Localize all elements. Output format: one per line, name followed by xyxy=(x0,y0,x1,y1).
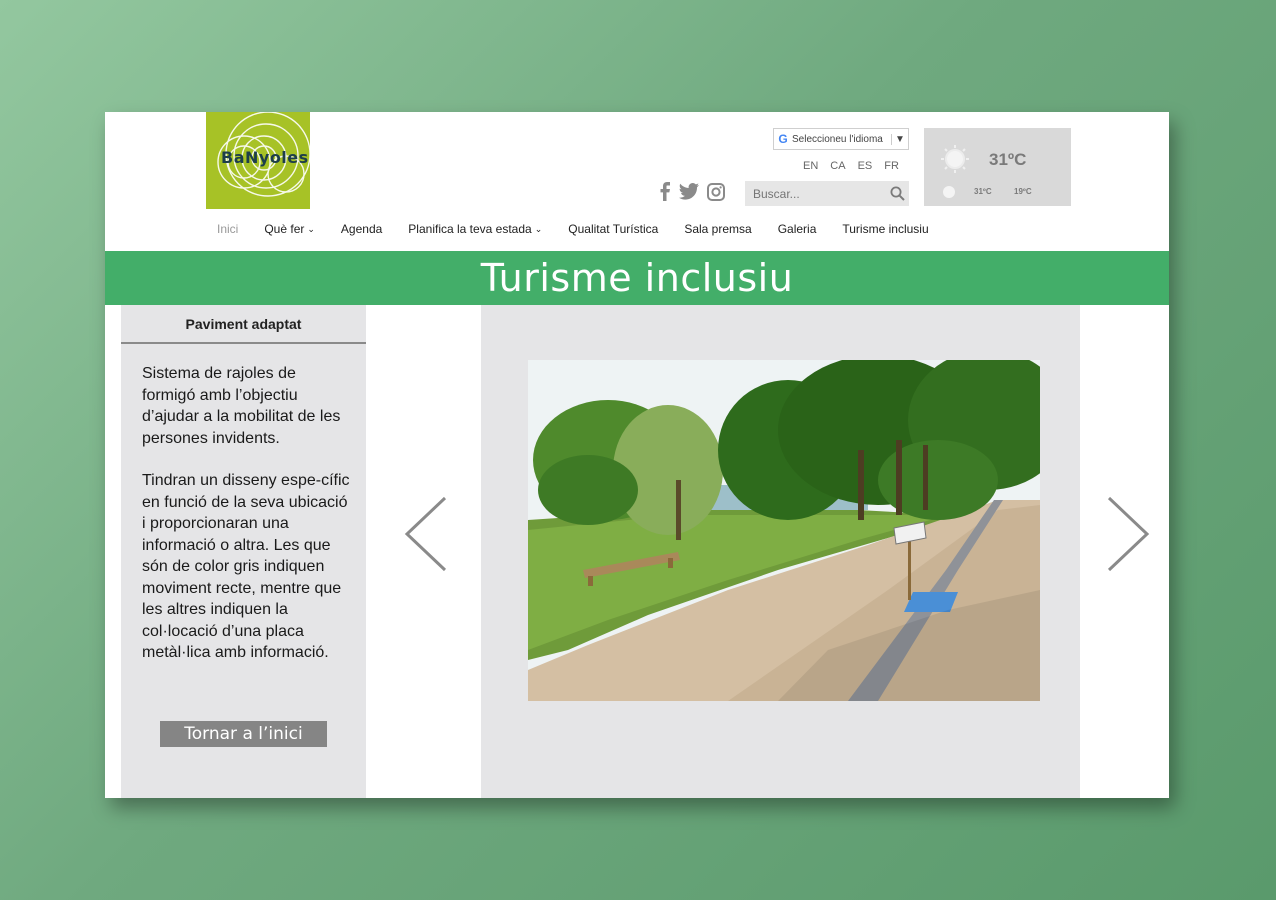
nav-item-label: Sala premsa xyxy=(684,222,752,236)
search-icon[interactable] xyxy=(885,186,909,201)
search-box xyxy=(745,181,909,206)
next-arrow-icon[interactable] xyxy=(1103,496,1151,572)
nav-item-sala-premsa[interactable]: Sala premsa xyxy=(684,222,751,236)
nav-item-planifica[interactable]: Planifica la teva estada ⌄ xyxy=(408,222,542,236)
chevron-down-icon: ⌄ xyxy=(534,223,543,234)
page-banner: Turisme inclusiu xyxy=(105,251,1169,305)
sidebar-paragraph-1: Sistema de rajoles de formigó amb l’obje… xyxy=(142,365,341,447)
nav-item-label: Planifica la teva estada xyxy=(408,222,532,236)
google-icon: G xyxy=(778,132,788,146)
nav-item-label: Turisme inclusiu xyxy=(842,222,929,236)
facebook-icon[interactable] xyxy=(659,182,671,201)
language-selector-label: Seleccioneu l'idioma xyxy=(792,133,883,145)
page-title: Turisme inclusiu xyxy=(480,256,794,300)
lang-en-link[interactable]: EN xyxy=(803,160,818,172)
previous-arrow-icon[interactable] xyxy=(403,496,451,572)
logo-text: BaNyoles xyxy=(221,148,309,167)
nav-item-qualitat[interactable]: Qualitat Turística xyxy=(568,222,658,236)
nav-item-label: Inici xyxy=(217,222,239,236)
language-links: EN CA ES FR xyxy=(803,160,899,172)
nav-item-label: Qualitat Turística xyxy=(568,222,659,236)
nav-item-galeria[interactable]: Galeria xyxy=(778,222,817,236)
high-temperature: 31ºC xyxy=(974,187,992,196)
search-input[interactable] xyxy=(745,185,885,202)
sidebar-title: Paviment adaptat xyxy=(121,305,366,344)
nav-item-inici[interactable]: Inici xyxy=(217,222,238,236)
nav-item-label: Agenda xyxy=(340,222,383,236)
nav-item-turisme-inclusiu[interactable]: Turisme inclusiu xyxy=(842,222,928,236)
partly-sunny-icon xyxy=(943,186,955,198)
sun-icon xyxy=(941,145,969,173)
sidebar-paragraph-2: Tindran un disseny espe-cífic en funció … xyxy=(142,472,350,661)
language-selector[interactable]: G Seleccioneu l'idioma ▼ xyxy=(773,128,909,150)
instagram-icon[interactable] xyxy=(707,182,725,201)
nav-item-que-fer[interactable]: Què fer ⌄ xyxy=(264,222,315,236)
park-path-photo xyxy=(528,360,1040,701)
nav-item-label: Què fer xyxy=(264,222,305,236)
nav-item-agenda[interactable]: Agenda xyxy=(341,222,382,236)
weather-widget: 31ºC 31ºC 19ºC xyxy=(924,128,1071,206)
info-sidebar: Paviment adaptat Sistema de rajoles de f… xyxy=(121,305,366,798)
dropdown-arrow-icon: ▼ xyxy=(891,133,908,145)
current-temperature: 31ºC xyxy=(989,150,1027,169)
main-navigation: Inici Què fer ⌄ Agenda Planifica la teva … xyxy=(217,222,955,236)
lang-es-link[interactable]: ES xyxy=(858,160,873,172)
chevron-down-icon: ⌄ xyxy=(307,223,315,234)
back-home-button[interactable]: Tornar a l’inici xyxy=(160,721,327,747)
banyoles-logo[interactable]: BaNyoles xyxy=(206,112,310,209)
twitter-icon[interactable] xyxy=(679,183,699,200)
low-temperature: 19ºC xyxy=(1014,187,1032,196)
lang-ca-link[interactable]: CA xyxy=(830,160,845,172)
nav-item-label: Galeria xyxy=(777,222,817,236)
lang-fr-link[interactable]: FR xyxy=(884,160,899,172)
social-links xyxy=(659,182,725,201)
browser-page: BaNyoles G Seleccioneu l'idioma ▼ EN CA … xyxy=(105,112,1169,798)
